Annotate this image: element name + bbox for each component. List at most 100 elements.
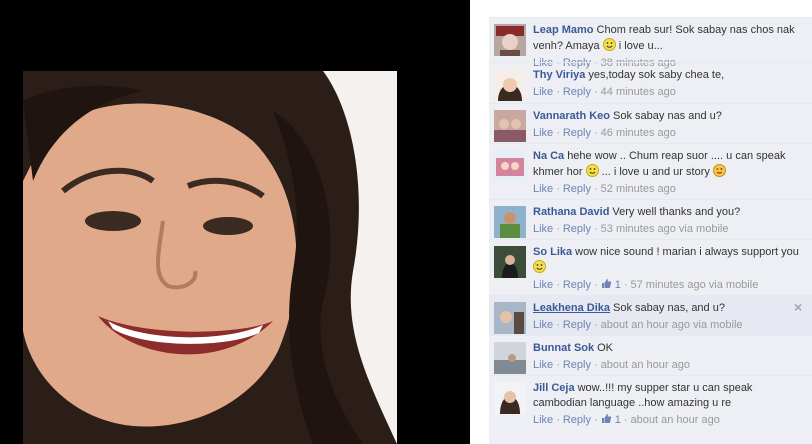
comment-item: Thy Viriya yes,today sok saby chea te, Li… (489, 62, 812, 103)
reply-link[interactable]: Reply (563, 86, 591, 98)
separator: · (556, 183, 560, 195)
comment-author[interactable]: Na Ca (533, 150, 564, 162)
like-link[interactable]: Like (533, 279, 553, 291)
avatar[interactable] (494, 382, 526, 414)
thumbs-up-icon[interactable] (601, 278, 612, 289)
comment-item: Bunnat Sok OK Like · Reply · about an hour ag… (489, 335, 812, 375)
separator: · (556, 86, 560, 98)
avatar-image (494, 302, 526, 334)
comment-author[interactable]: Thy Viriya (533, 69, 585, 81)
avatar[interactable] (494, 110, 526, 142)
comment-text: So Lika wow nice sound ! marian i always … (533, 245, 804, 276)
comment-item: Leap Mamo Chom reab sur! Sok sabay nas ch… (489, 17, 812, 69)
avatar-image (494, 69, 526, 101)
comment-timestamp[interactable]: about an hour ago (601, 359, 690, 371)
like-link[interactable]: Like (533, 223, 553, 235)
comment-author[interactable]: Rathana David (533, 206, 609, 218)
comment-author[interactable]: Vannarath Keo (533, 110, 610, 122)
reply-link[interactable]: Reply (563, 414, 591, 426)
comment-text: Rathana David Very well thanks and you? (533, 205, 804, 220)
comment-actions: Like · Reply · 1 · about an hour ago (533, 413, 804, 428)
like-count[interactable]: 1 (615, 279, 621, 291)
comment-actions: Like · Reply · 53 minutes ago via mobile (533, 222, 804, 237)
comment-actions: Like · Reply · about an hour ago (533, 358, 804, 373)
reply-link[interactable]: Reply (563, 223, 591, 235)
avatar[interactable] (494, 246, 526, 278)
reply-link[interactable]: Reply (563, 319, 591, 331)
avatar-image (494, 150, 526, 182)
avatar[interactable] (494, 342, 526, 374)
comment-body: wow nice sound ! marian i always support… (575, 246, 799, 258)
separator: · (556, 223, 560, 235)
wink-icon (712, 164, 726, 177)
avatar[interactable] (494, 150, 526, 182)
comment-actions: Like · Reply · about an hour ago via mobile (533, 318, 804, 333)
reply-link[interactable]: Reply (563, 359, 591, 371)
like-count[interactable]: 1 (615, 414, 621, 426)
comment-body: Sok sabay nas and u? (613, 110, 722, 122)
avatar-image (494, 382, 526, 414)
like-link[interactable]: Like (533, 86, 553, 98)
comment-timestamp[interactable]: about an hour ago via mobile (601, 319, 743, 331)
separator: · (593, 359, 598, 371)
comment-timestamp[interactable]: about an hour ago (631, 414, 720, 426)
comment-timestamp[interactable]: 46 minutes ago (601, 127, 676, 139)
comment-actions: Like · Reply · 52 minutes ago (533, 182, 804, 197)
comment-timestamp[interactable]: 52 minutes ago (601, 183, 676, 195)
like-link[interactable]: Like (533, 414, 553, 426)
avatar[interactable] (494, 69, 526, 101)
separator: · (593, 86, 598, 98)
reply-link[interactable]: Reply (563, 183, 591, 195)
comment-author[interactable]: Bunnat Sok (533, 342, 594, 354)
comment-timestamp[interactable]: 44 minutes ago (601, 86, 676, 98)
separator: · (556, 279, 560, 291)
profile-photo[interactable] (23, 71, 397, 444)
avatar[interactable] (494, 24, 526, 56)
comment-text: Vannarath Keo Sok sabay nas and u? (533, 109, 804, 124)
comment-author[interactable]: Leap Mamo (533, 24, 594, 36)
comment-body-middle: ... i love u and ur story (598, 166, 713, 178)
like-link[interactable]: Like (533, 183, 553, 195)
separator: · (593, 127, 598, 139)
comment-text: Bunnat Sok OK (533, 341, 804, 356)
comment-body-end: i love u... (615, 40, 663, 52)
woman-smiling-photo (23, 71, 397, 444)
like-link[interactable]: Like (533, 127, 553, 139)
comment-author[interactable]: Leakhena Dika (533, 302, 610, 314)
comment-author[interactable]: Jill Ceja (533, 382, 575, 394)
thumbs-up-icon[interactable] (601, 413, 612, 424)
comment-body: OK (597, 342, 614, 354)
comment-text: Thy Viriya yes,today sok saby chea te, (533, 68, 804, 83)
comments-list: Leap Mamo Chom reab sur! Sok sabay nas ch… (489, 17, 812, 444)
comments-panel: Leap Mamo Chom reab sur! Sok sabay nas ch… (470, 0, 812, 444)
comment-item: Jill Ceja wow..!!! my supper star u can s… (489, 375, 812, 433)
comment-body: Very well thanks and you? (612, 206, 741, 218)
separator: · (593, 319, 598, 331)
comment-text: Leap Mamo Chom reab sur! Sok sabay nas ch… (533, 23, 804, 54)
delete-comment-close-icon[interactable]: × (794, 300, 806, 314)
photo-stage (0, 0, 470, 444)
avatar-image (494, 24, 526, 56)
comment-timestamp[interactable]: 57 minutes ago via mobile (631, 279, 759, 291)
avatar[interactable] (494, 206, 526, 238)
like-link[interactable]: Like (533, 319, 553, 331)
separator: · (556, 359, 560, 371)
smiley-icon (585, 164, 599, 177)
separator: · (593, 183, 598, 195)
comment-author[interactable]: So Lika (533, 246, 572, 258)
reply-link[interactable]: Reply (563, 279, 591, 291)
like-link[interactable]: Like (533, 359, 553, 371)
comment-item: Leakhena Dika Sok sabay nas, and u? Like ·… (489, 295, 812, 335)
smiley-icon (602, 38, 616, 51)
smiley-icon (533, 260, 546, 273)
comment-actions: Like · Reply · 44 minutes ago (533, 85, 804, 100)
reply-link[interactable]: Reply (563, 127, 591, 139)
separator: · (556, 414, 560, 426)
comment-item: Vannarath Keo Sok sabay nas and u? Like · R… (489, 103, 812, 143)
avatar[interactable] (494, 302, 526, 334)
comment-timestamp[interactable]: 53 minutes ago via mobile (601, 223, 729, 235)
comment-item: Rathana David Very well thanks and you? L… (489, 199, 812, 239)
comment-text: Leakhena Dika Sok sabay nas, and u? (533, 301, 804, 316)
separator: · (623, 414, 628, 426)
comment-item: Na Ca hehe wow .. Chum reap suor .... u c… (489, 143, 812, 199)
